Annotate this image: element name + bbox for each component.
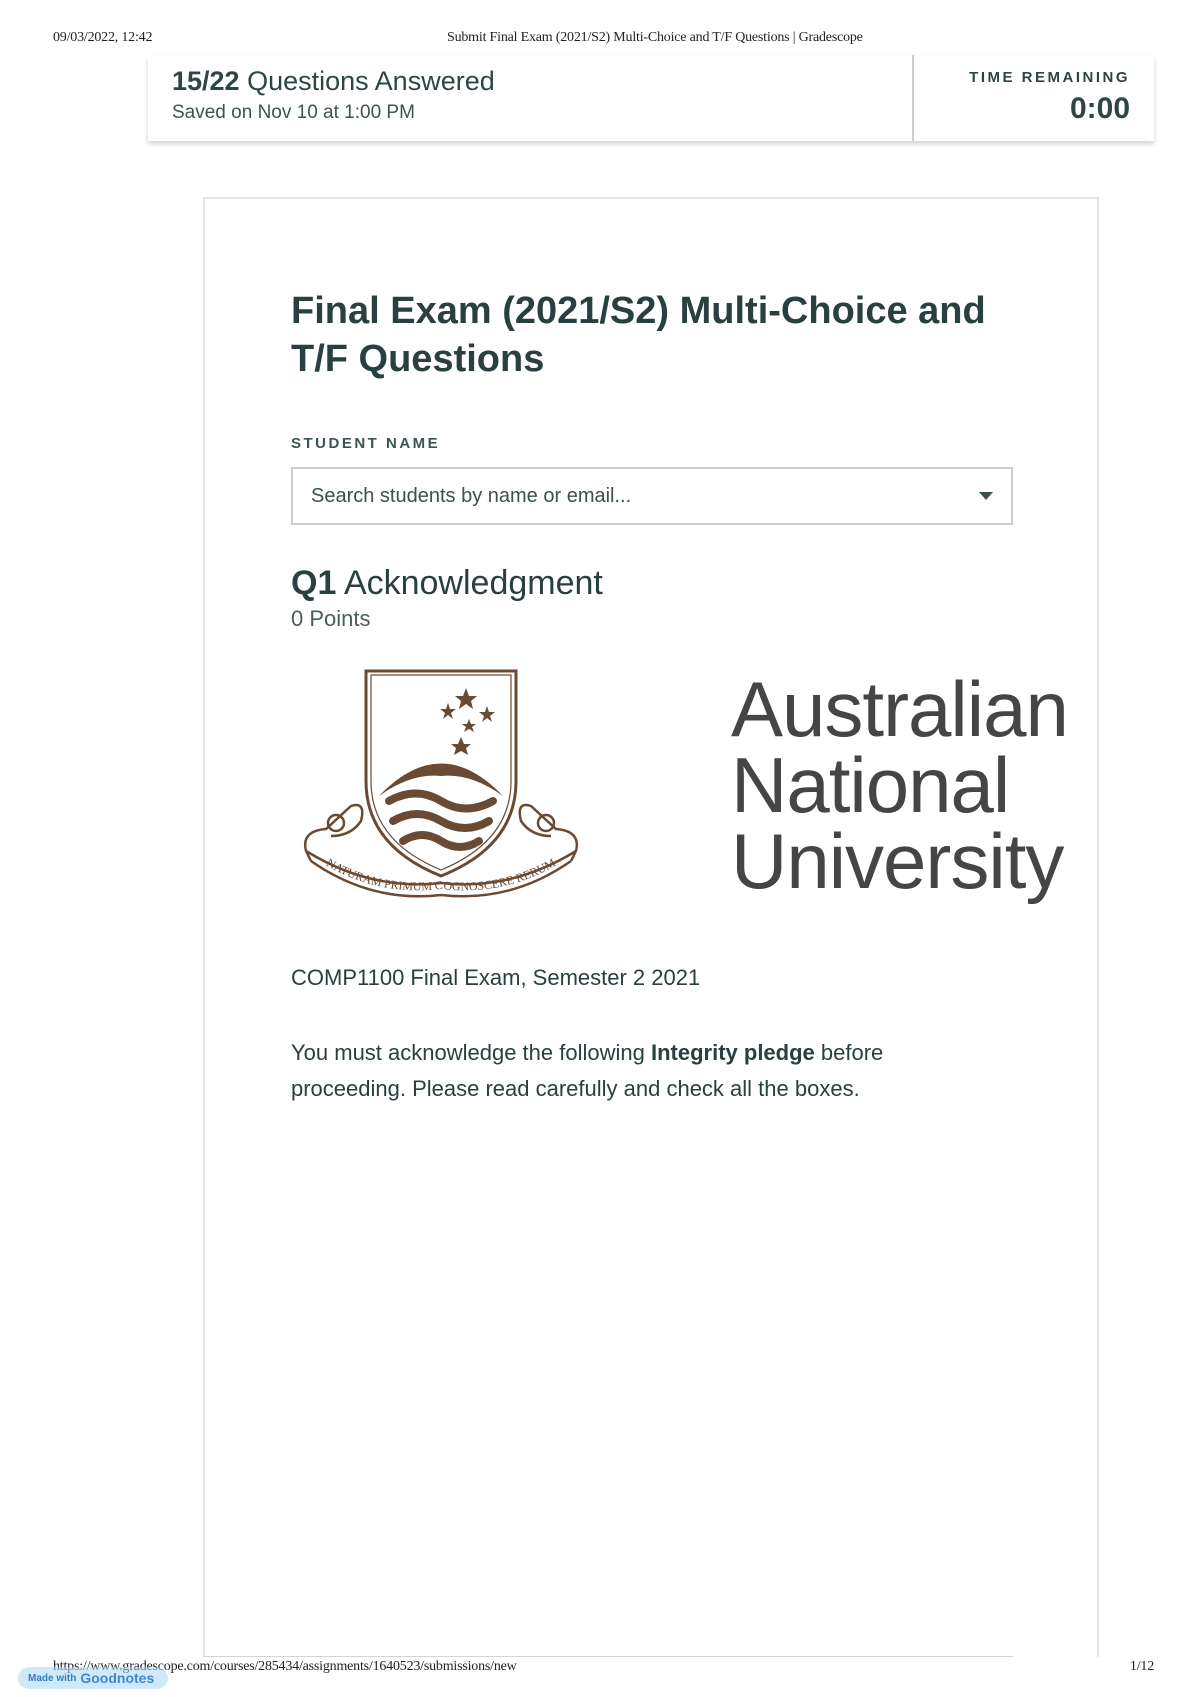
answered-count: 15/22 [172, 66, 240, 96]
anu-word-australian: Australian [731, 665, 1069, 753]
anu-word-university: University [731, 817, 1064, 905]
question-heading: Q1 Acknowledgment [291, 563, 603, 603]
watermark-brand: Goodnotes [80, 1670, 155, 1686]
time-remaining: TIME REMAINING 0:00 [914, 55, 1154, 141]
watermark-prefix: Made with [28, 1672, 77, 1684]
card-divider [203, 1656, 1013, 1657]
anu-word-national: National [731, 741, 1010, 829]
pledge-instructions: You must acknowledge the following Integ… [291, 1035, 991, 1107]
print-date: 09/03/2022, 12:42 [53, 30, 153, 45]
anu-crest-icon: NATURAM PRIMUM COGNOSCERE RERUM [303, 669, 579, 898]
answered-label: Questions Answered [247, 66, 495, 96]
exam-card: Final Exam (2021/S2) Multi-Choice and T/… [203, 197, 1099, 1657]
print-title: Submit Final Exam (2021/S2) Multi-Choice… [447, 30, 863, 45]
pledge-text-before: You must acknowledge the following [291, 1040, 651, 1065]
exam-title: Final Exam (2021/S2) Multi-Choice and T/… [291, 290, 986, 380]
saved-timestamp: Saved on Nov 10 at 1:00 PM [172, 102, 415, 123]
anu-wordmark: Australian National University [731, 665, 1069, 905]
question-points: 0 Points [291, 606, 371, 631]
student-search-placeholder: Search students by name or email... [311, 484, 632, 507]
goodnotes-watermark: Made with Goodnotes [18, 1667, 168, 1689]
questions-answered: 15/22 Questions Answered [172, 65, 912, 97]
anu-logo: NATURAM PRIMUM COGNOSCERE RERUM Australi… [291, 661, 1069, 911]
time-remaining-label: TIME REMAINING [969, 69, 1130, 86]
student-name-label: STUDENT NAME [291, 435, 441, 452]
question-number: Q1 [291, 564, 337, 602]
answered-summary: 15/22 Questions Answered Saved on Nov 10… [148, 55, 914, 141]
progress-status-bar: 15/22 Questions Answered Saved on Nov 10… [148, 55, 1154, 141]
student-search-select[interactable]: Search students by name or email... [291, 467, 1013, 525]
print-page-number: 1/12 [1129, 1659, 1154, 1674]
question-title: Acknowledgment [343, 564, 603, 602]
course-description: COMP1100 Final Exam, Semester 2 2021 [291, 965, 701, 990]
pledge-emphasis: Integrity pledge [650, 1040, 815, 1065]
time-remaining-value: 0:00 [1069, 92, 1130, 125]
chevron-down-icon[interactable] [979, 492, 993, 500]
